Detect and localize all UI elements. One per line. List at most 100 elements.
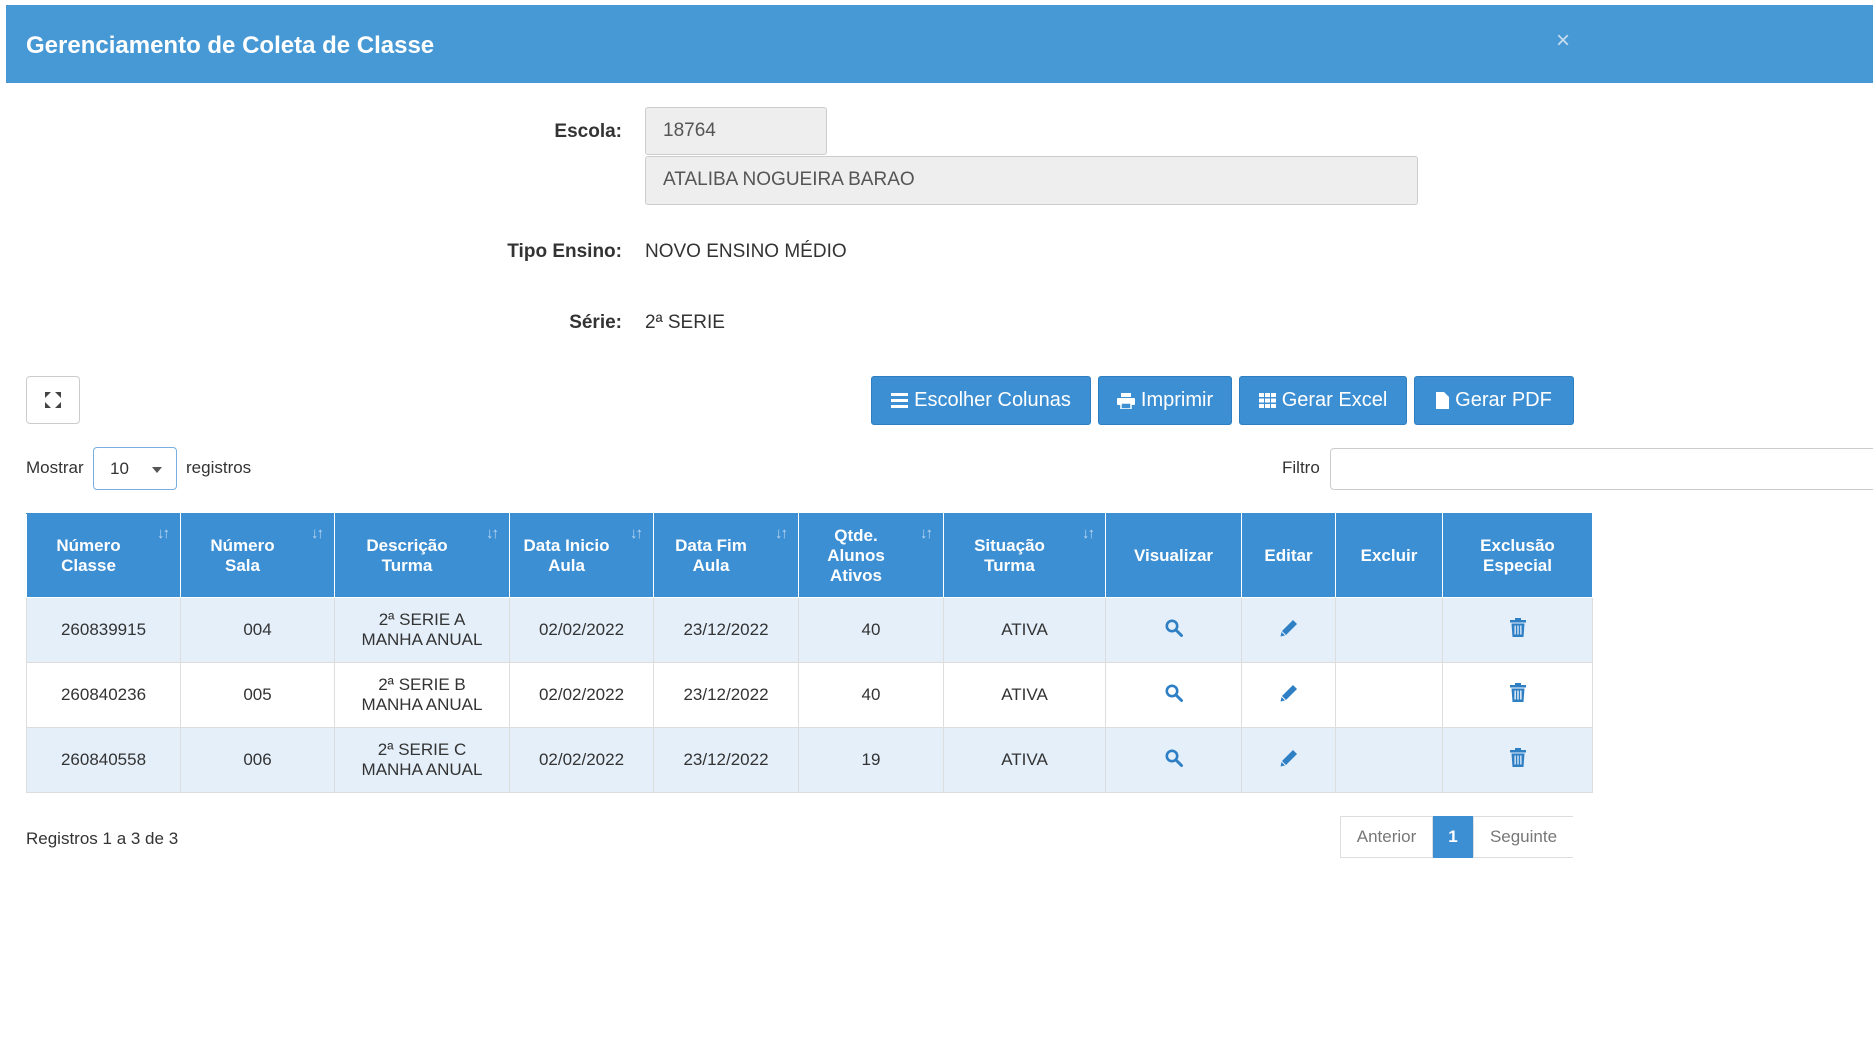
modal-title: Gerenciamento de Coleta de Classe (26, 32, 435, 59)
cell-qtde: 40 (798, 662, 944, 728)
cell-data-inicio: 02/02/2022 (509, 727, 654, 793)
cell-descricao: 2ª SERIE B MANHA ANUAL (334, 662, 510, 728)
col-header-situacao[interactable]: Situação Turma ↓↑ (943, 513, 1106, 598)
cell-qtde: 19 (798, 727, 944, 793)
cell-numero-sala: 004 (180, 597, 335, 663)
cell-descricao: 2ª SERIE A MANHA ANUAL (334, 597, 510, 663)
registros-label: registros (186, 458, 252, 477)
cell-situacao: ATIVA (943, 727, 1106, 793)
cell-data-fim: 23/12/2022 (653, 597, 799, 663)
pagination-previous[interactable]: Anterior (1340, 816, 1433, 858)
cell-data-inicio: 02/02/2022 (509, 597, 654, 663)
serie-label: Série: (569, 312, 622, 333)
cell-data-inicio: 02/02/2022 (509, 662, 654, 728)
cell-numero-classe: 260840236 (26, 662, 181, 728)
cell-excluir (1335, 597, 1443, 663)
gerar-excel-label: Gerar Excel (1281, 389, 1388, 411)
cell-situacao: ATIVA (943, 597, 1106, 663)
tipo-ensino-value: NOVO ENSINO MÉDIO (645, 241, 847, 262)
cell-editar (1241, 597, 1336, 663)
col-header-descricao-turma[interactable]: Descrição Turma ↓↑ (334, 513, 510, 598)
sort-icon: ↓↑ (311, 525, 324, 542)
pagination-next[interactable]: Seguinte (1473, 816, 1573, 858)
cell-visualizar (1105, 727, 1242, 793)
grid-icon (1258, 393, 1276, 408)
sort-icon: ↓↑ (1082, 525, 1095, 542)
gerar-excel-button[interactable]: Gerar Excel (1239, 376, 1407, 425)
escola-label: Escola: (554, 121, 622, 142)
search-icon[interactable] (1165, 619, 1183, 637)
cell-editar (1241, 662, 1336, 728)
gerar-pdf-button[interactable]: Gerar PDF (1414, 376, 1574, 425)
trash-icon[interactable] (1509, 748, 1526, 767)
col-header-data-fim[interactable]: Data Fim Aula ↓↑ (653, 513, 799, 598)
col-header-editar: Editar (1241, 513, 1336, 598)
cell-numero-sala: 006 (180, 727, 335, 793)
col-header-qtde-alunos[interactable]: Qtde. Alunos Ativos ↓↑ (798, 513, 944, 598)
escola-codigo-field: 18764 (645, 107, 827, 155)
cell-exclusao-especial (1442, 727, 1593, 793)
escola-nome-field: ATALIBA NOGUEIRA BARAO (645, 156, 1418, 205)
col-header-exclusao-especial: Exclusão Especial (1442, 513, 1593, 598)
pagination-page-1[interactable]: 1 (1433, 816, 1473, 858)
table-row: 260840236 005 2ª SERIE B MANHA ANUAL 02/0… (26, 662, 1593, 728)
classes-table: Número Classe ↓↑ Número Sala ↓↑ Descriçã… (26, 513, 1593, 793)
file-icon (1436, 392, 1450, 409)
cell-numero-sala: 005 (180, 662, 335, 728)
close-icon[interactable]: × (1556, 27, 1570, 55)
gerar-pdf-label: Gerar PDF (1455, 389, 1552, 411)
sort-icon: ↓↑ (630, 525, 643, 542)
cell-excluir (1335, 727, 1443, 793)
cell-data-fim: 23/12/2022 (653, 727, 799, 793)
cell-exclusao-especial (1442, 597, 1593, 663)
list-icon (891, 393, 909, 408)
filter-input[interactable] (1330, 448, 1873, 490)
cell-data-fim: 23/12/2022 (653, 662, 799, 728)
sort-icon: ↓↑ (775, 525, 788, 542)
cell-excluir (1335, 662, 1443, 728)
col-header-numero-classe[interactable]: Número Classe ↓↑ (26, 513, 181, 598)
page-length-value: 10 (110, 459, 129, 478)
chevron-down-icon (152, 467, 162, 473)
pencil-icon[interactable] (1280, 619, 1298, 637)
trash-icon[interactable] (1509, 618, 1526, 637)
trash-icon[interactable] (1509, 683, 1526, 702)
col-header-excluir: Excluir (1335, 513, 1443, 598)
expand-icon (45, 392, 61, 408)
modal-header: Gerenciamento de Coleta de Classe × (6, 5, 1873, 83)
filtro-label: Filtro (1282, 458, 1320, 477)
pencil-icon[interactable] (1280, 749, 1298, 767)
sort-icon: ↓↑ (920, 525, 933, 542)
mostrar-label: Mostrar (26, 458, 84, 477)
table-row: 260840558 006 2ª SERIE C MANHA ANUAL 02/0… (26, 727, 1593, 793)
serie-value: 2ª SERIE (645, 312, 725, 333)
col-header-numero-sala[interactable]: Número Sala ↓↑ (180, 513, 335, 598)
cell-visualizar (1105, 662, 1242, 728)
cell-situacao: ATIVA (943, 662, 1106, 728)
cell-editar (1241, 727, 1336, 793)
cell-exclusao-especial (1442, 662, 1593, 728)
cell-numero-classe: 260840558 (26, 727, 181, 793)
col-header-visualizar: Visualizar (1105, 513, 1242, 598)
page-length-select[interactable]: 10 (93, 447, 177, 490)
col-header-data-inicio[interactable]: Data Inicio Aula ↓↑ (509, 513, 654, 598)
table-row: 260839915 004 2ª SERIE A MANHA ANUAL 02/0… (26, 597, 1593, 663)
sort-icon: ↓↑ (157, 525, 170, 542)
search-icon[interactable] (1165, 684, 1183, 702)
fullscreen-button[interactable] (26, 376, 80, 424)
imprimir-button[interactable]: Imprimir (1098, 376, 1232, 425)
cell-qtde: 40 (798, 597, 944, 663)
pagination: Anterior 1 Seguinte (1340, 816, 1573, 860)
imprimir-label: Imprimir (1140, 389, 1214, 411)
sort-icon: ↓↑ (486, 525, 499, 542)
escolher-colunas-label: Escolher Colunas (914, 389, 1071, 411)
cell-numero-classe: 260839915 (26, 597, 181, 663)
cell-visualizar (1105, 597, 1242, 663)
table-info: Registros 1 a 3 de 3 (26, 829, 179, 848)
search-icon[interactable] (1165, 749, 1183, 767)
pencil-icon[interactable] (1280, 684, 1298, 702)
cell-descricao: 2ª SERIE C MANHA ANUAL (334, 727, 510, 793)
table-header-row: Número Classe ↓↑ Número Sala ↓↑ Descriçã… (26, 513, 1593, 598)
escolher-colunas-button[interactable]: Escolher Colunas (871, 376, 1091, 425)
tipo-ensino-label: Tipo Ensino: (507, 241, 622, 262)
